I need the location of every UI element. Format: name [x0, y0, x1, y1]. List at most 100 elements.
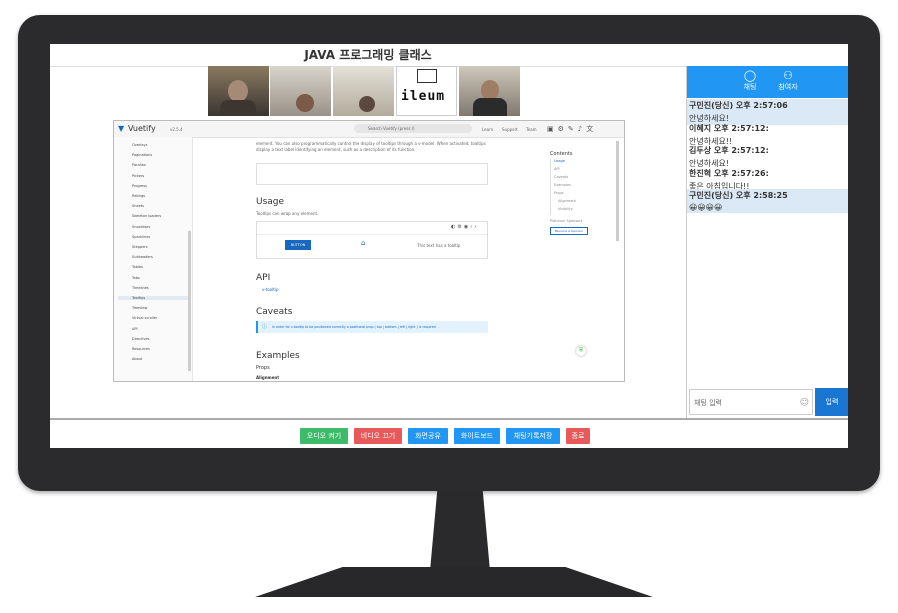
screen-share-button[interactable]: 화면공유: [408, 428, 448, 444]
search-input[interactable]: Search Vuetify (press /): [354, 124, 472, 133]
chat-message-sender: 한진혁 오후 2:57:26:: [689, 168, 769, 178]
whiteboard-button[interactable]: 화이트보드: [454, 428, 500, 444]
tab-participants-label: 참여자: [778, 83, 798, 91]
video-off-button[interactable]: 비디오 끄기: [354, 428, 402, 444]
audio-on-button[interactable]: 오디오 켜기: [300, 428, 348, 444]
toc-item[interactable]: Visibility: [558, 207, 573, 211]
participant-tile: [270, 66, 331, 116]
sidebar-nav-item[interactable]: Paginations: [132, 153, 152, 157]
shared-screen: ▼ Vuetify v2.5.4 Search Vuetify (press /…: [113, 120, 625, 382]
examples-heading: Examples: [256, 351, 300, 361]
vuetify-app-bar: ▼ Vuetify v2.5.4 Search Vuetify (press /…: [114, 121, 624, 138]
tab-participants[interactable]: ⚇ 참여자: [763, 70, 813, 92]
participant-tile: ileum: [396, 66, 457, 116]
chat-message-sender: 구민진(당신) 오후 2:58:25: [689, 191, 788, 200]
intro-text: element. You can also programmatically c…: [256, 141, 486, 152]
toc-item[interactable]: Examples: [554, 183, 571, 187]
version-label[interactable]: v2.5.4: [170, 127, 183, 132]
toc-item[interactable]: Alignment: [558, 199, 576, 203]
send-button[interactable]: 입력: [815, 388, 848, 416]
sidebar-nav-item[interactable]: Subheaders: [132, 255, 153, 259]
sidebar-nav-item[interactable]: Steppers: [132, 245, 148, 249]
participants-icon: ⚇: [783, 69, 793, 82]
toc-item[interactable]: API: [554, 167, 560, 171]
tab-chat-label: 채팅: [743, 83, 757, 91]
shield-icon[interactable]: ⛨: [576, 346, 586, 356]
chat-message-sender: 이혜지 오후 2:57:12:: [689, 123, 769, 133]
usage-heading: Usage: [256, 197, 285, 207]
chat-input-placeholder: 채팅 입력: [694, 399, 722, 407]
sidebar-nav-item[interactable]: Tables: [132, 265, 143, 269]
chat-message-sender: 구민진(당신) 오후 2:57:06: [689, 101, 788, 110]
nav-support[interactable]: Support: [502, 127, 518, 132]
participant-tile: [333, 66, 394, 116]
intro-card: [256, 163, 488, 185]
sidebar-nav-item[interactable]: Pickers: [132, 174, 144, 178]
caveat-alert: ⓘ In order for v-tooltip to be positione…: [256, 321, 488, 333]
page-title: JAVA 프로그래밍 클래스: [50, 44, 686, 67]
info-icon: ⓘ: [262, 324, 268, 330]
search-placeholder: Search Vuetify (press /): [368, 126, 415, 131]
caveat-text: In order for v-tooltip to be positioned …: [272, 325, 436, 329]
toc-item[interactable]: Props: [554, 191, 564, 195]
home-icon[interactable]: ⌂: [361, 239, 365, 247]
sidebar-nav-item[interactable]: Tooltips: [118, 296, 188, 300]
sidebar-nav-item[interactable]: Directives: [132, 337, 150, 341]
participant-tile: [208, 66, 269, 116]
usage-text: Tooltips can wrap any element.: [256, 211, 319, 216]
sidebar-nav-item[interactable]: Overlays: [132, 143, 147, 147]
sidebar-nav-item[interactable]: Treeview: [132, 306, 147, 310]
app-screen: JAVA 프로그래밍 클래스 ileum ▼ Vuetify v2.5.4 Se…: [50, 44, 848, 448]
toolbar-icons[interactable]: ▣⚙✎♪文: [547, 124, 597, 134]
caveats-heading: Caveats: [256, 307, 293, 317]
monitor-neck: [430, 491, 490, 571]
chat-panel: ◯ 채팅 ⚇ 참여자 구민진(당신) 오후 2:57:06 안녕하세요! 이혜지 오…: [686, 66, 848, 418]
exit-button[interactable]: 종료: [566, 428, 590, 444]
nav-team[interactable]: Team: [526, 127, 537, 132]
sidebar-nav-item[interactable]: About: [132, 357, 142, 361]
sidebar-nav-item[interactable]: Progress: [132, 184, 147, 188]
ileum-logo: ileum: [401, 89, 446, 104]
sidebar-nav-item[interactable]: Sheets: [132, 204, 144, 208]
toc-rail: [550, 159, 551, 215]
sidebar-nav-item[interactable]: Virtual scroller: [132, 316, 157, 320]
props-label: Props: [256, 365, 270, 371]
sponsor-button[interactable]: Become a Sponsor: [550, 227, 588, 235]
vuetify-logo-icon: ▼: [118, 124, 125, 133]
vuetify-sidebar: Overlays Paginations Parallax Pickers Progre…: [114, 137, 193, 381]
chat-message-text: 😀😀😀😀: [689, 203, 723, 212]
demo-button[interactable]: BUTTON: [285, 240, 311, 250]
api-heading: API: [256, 273, 271, 283]
nav-learn[interactable]: Learn: [482, 127, 493, 132]
monitor-stand: [255, 567, 653, 597]
usage-demo: ◐⚙◉‹› BUTTON ⌂ This text has a tooltip: [256, 221, 488, 259]
sidebar-nav-item[interactable]: Skeleton loaders: [132, 214, 161, 218]
participant-tile: [459, 66, 520, 116]
alignment-label: Alignment: [256, 375, 280, 380]
emoji-icon[interactable]: ☺: [800, 390, 809, 416]
toc-title: Contents: [550, 151, 573, 157]
code-toolbar-icons[interactable]: ◐⚙◉‹›: [451, 224, 478, 230]
sidebar-nav-item[interactable]: Snackbars: [132, 225, 150, 229]
demo-text: This text has a tooltip: [417, 243, 461, 248]
sidebar-nav-item[interactable]: Sparklines: [132, 235, 150, 239]
control-bar: 오디오 켜기 비디오 끄기 화면공유 화이트보드 채팅기록저장 종료: [50, 418, 848, 448]
sidebar-nav-item[interactable]: Tabs: [132, 276, 140, 280]
chat-input[interactable]: 채팅 입력 ☺: [689, 389, 813, 415]
chat-header: ◯ 채팅 ⚇ 참여자: [687, 66, 848, 98]
toc-item[interactable]: Caveats: [554, 175, 568, 179]
sidebar-nav-item[interactable]: Ratings: [132, 194, 145, 198]
sidebar-scrollbar[interactable]: [188, 231, 191, 371]
toc-item[interactable]: Usage: [554, 159, 565, 163]
save-chat-button[interactable]: 채팅기록저장: [506, 428, 560, 444]
sidebar-nav-item[interactable]: Parallax: [132, 163, 146, 167]
api-link[interactable]: v-tooltip: [262, 287, 279, 292]
chat-message-sender: 김두상 오후 2:57:12:: [689, 146, 769, 155]
chat-message: 구민진(당신) 오후 2:58:25 😀😀😀😀: [687, 189, 848, 213]
sidebar-nav-item[interactable]: API: [132, 327, 138, 331]
vuetify-logo: Vuetify: [128, 124, 156, 133]
sidebar-nav-item[interactable]: Timelines: [132, 286, 149, 290]
content-scrollbar[interactable]: [616, 141, 619, 241]
sponsor-label: Platinum Sponsors: [550, 219, 583, 223]
sidebar-nav-item[interactable]: Resources: [132, 347, 150, 351]
